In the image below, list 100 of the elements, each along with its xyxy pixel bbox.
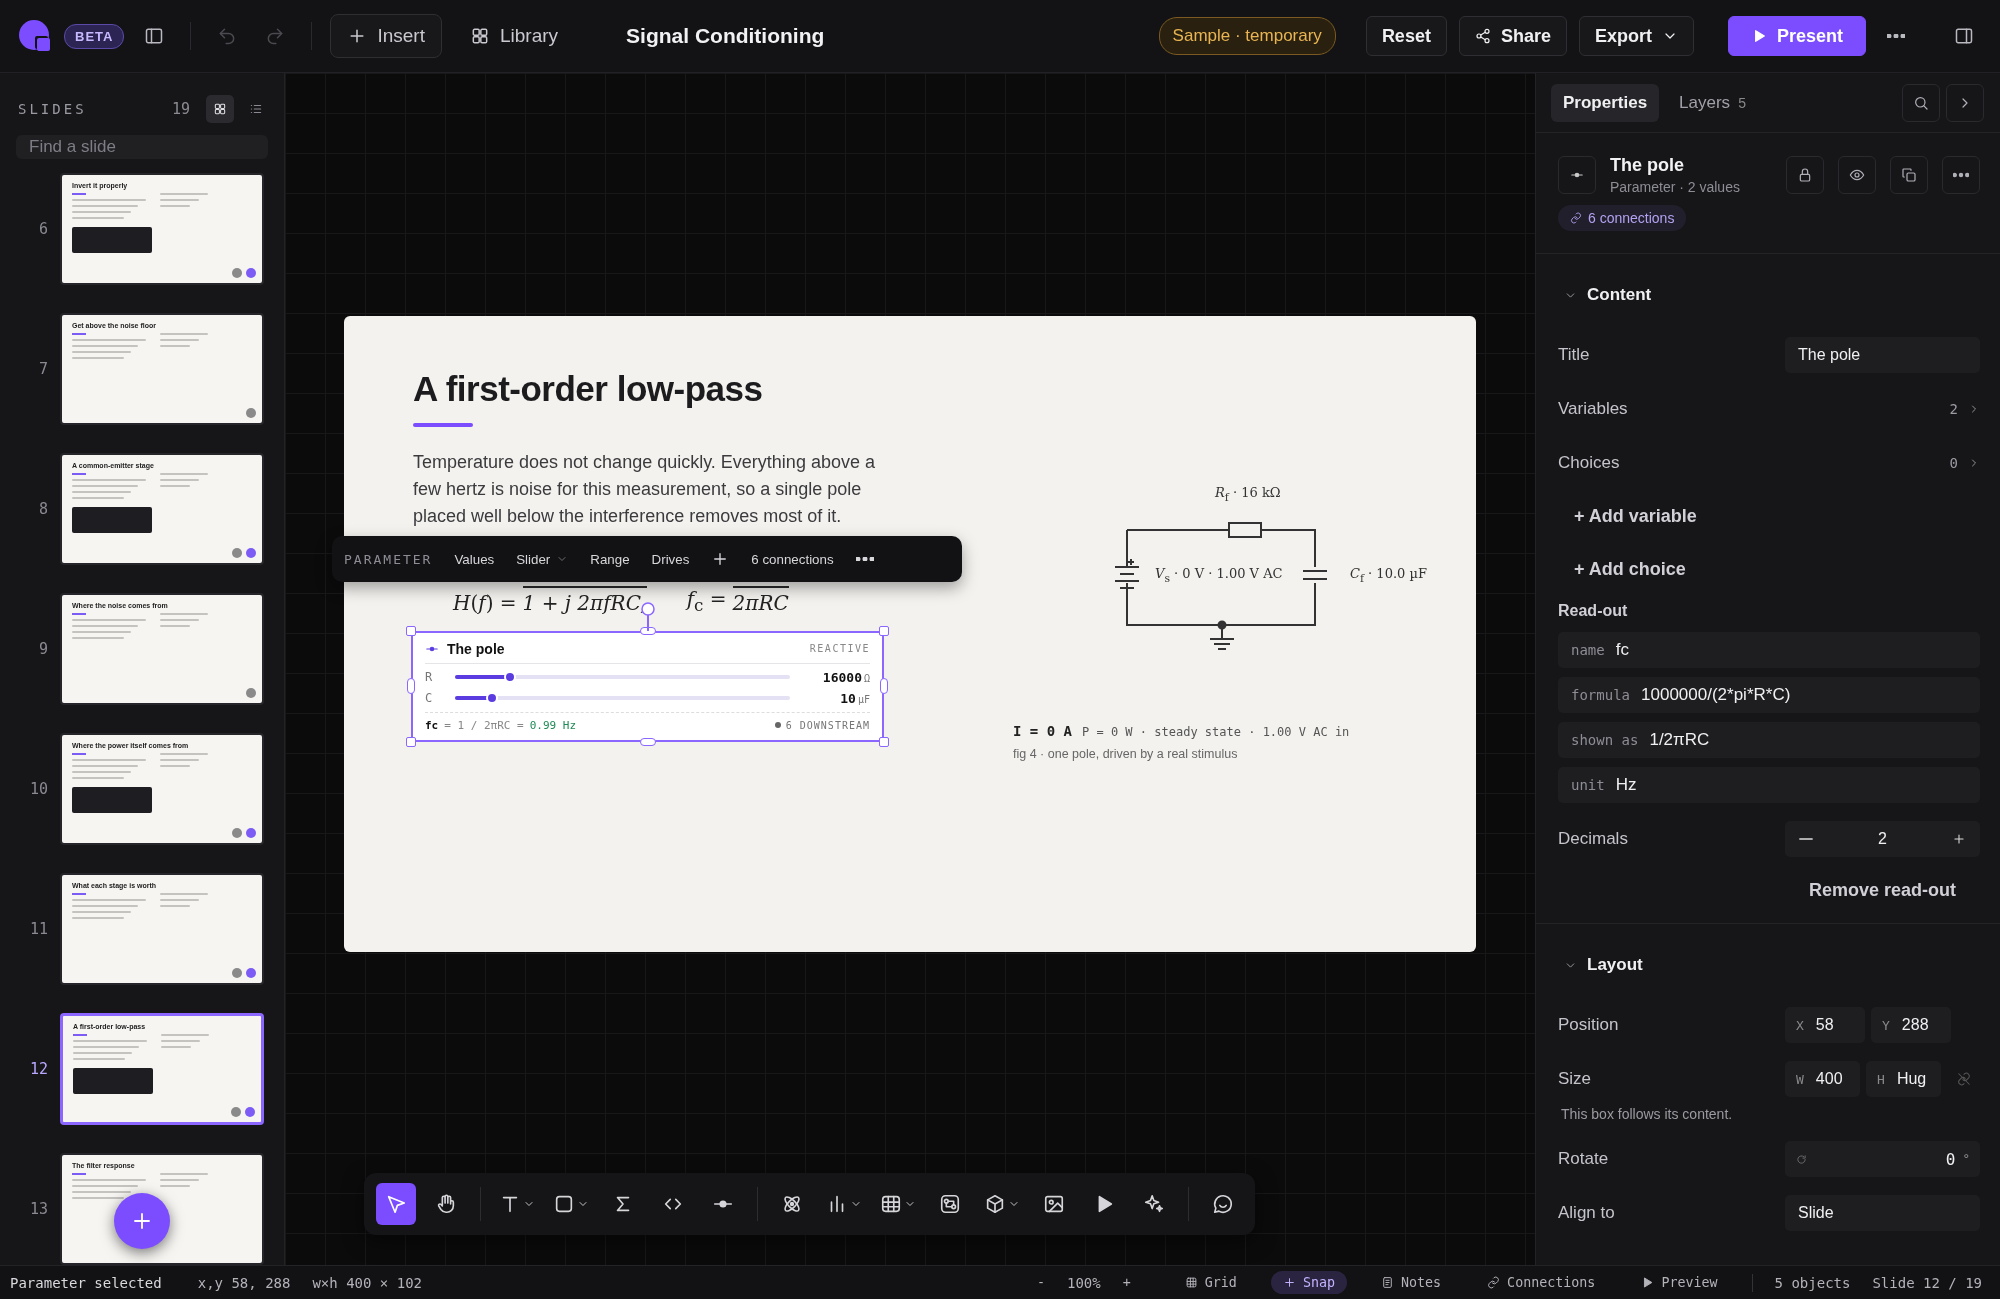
remove-readout-button[interactable]: Remove read-out [1785,866,1980,909]
field-value: Hz [1615,775,1637,795]
field-key: shown as [1571,732,1639,748]
toolbar-item[interactable]: 6 connections [751,551,834,567]
pointer-icon [385,1193,407,1215]
sparkle-icon [1143,1193,1165,1215]
current-reading: I = 0 A [1013,723,1072,739]
reset-button[interactable]: Reset [1365,16,1447,56]
decimals-stepper[interactable]: 2 [1785,821,1980,857]
toolbar-item[interactable]: Range [590,551,630,567]
field-label: Title [1558,345,1591,365]
slide-number: 12 [28,1060,48,1078]
lock-button[interactable] [1786,156,1824,194]
plus-icon [1952,832,1966,846]
library-button[interactable]: Library [453,14,575,58]
search-button[interactable] [1902,83,1940,122]
resize-handle[interactable] [639,626,656,635]
more-button[interactable] [855,557,874,561]
field-value: 0 [1944,1149,1956,1169]
slides-heading: SLIDES [18,101,88,117]
readout-field[interactable]: formula 1000000/(2*pi*R*C) [1558,677,1980,713]
section-header[interactable]: Content [1558,262,1980,328]
readout-field[interactable]: name fc [1558,632,1980,668]
count-link[interactable]: 2 [1949,401,1980,417]
field-value: 58 [1815,1016,1834,1034]
slide-number: 9 [37,640,48,658]
slide-number: 8 [37,500,48,518]
readout-field[interactable]: shown as 1/2πRC [1558,722,1980,758]
resize-handle[interactable] [639,737,656,746]
size-field[interactable]: W 400 [1785,1061,1861,1097]
slide-position: Slide 12 / 19 [1872,1274,1982,1291]
more-icon [855,557,874,561]
zoom-in-button[interactable]: + [1122,1275,1131,1290]
size-readout: w×h 400 × 102 [312,1274,422,1291]
export-button[interactable]: Export [1578,16,1694,56]
logo-icon[interactable] [18,19,52,53]
object-count: 5 objects [1774,1274,1851,1291]
readout-name: fc [425,718,439,732]
readout-value: 0.99 Hz [529,718,578,732]
preview-toggle[interactable]: Preview [1629,1271,1730,1294]
present-button[interactable]: Present [1727,16,1866,56]
resize-handle[interactable] [407,678,415,694]
grid-toggle[interactable]: Grid [1172,1271,1249,1294]
position-field[interactable]: Y 288 [1871,1007,1951,1043]
slider-dropdown[interactable]: Slider [516,551,569,567]
size-field[interactable]: H Hug [1866,1061,1942,1097]
resize-handle[interactable] [879,736,889,747]
panel-tab[interactable]: Properties [1551,83,1660,122]
connections-chip[interactable]: 6 connections [1558,205,1687,231]
panel-tab[interactable]: Layers 5 [1667,83,1758,122]
rotate-field[interactable]: 0 ° [1785,1141,1980,1177]
slider-thumb[interactable] [504,671,517,683]
grid-view-button[interactable] [206,95,234,123]
sidebar-icon [144,26,165,46]
object-name: The pole [1610,155,1685,176]
slide-title: A first-order low-pass [413,369,764,409]
insert-button[interactable]: Insert [330,14,442,58]
resize-handle[interactable] [406,625,416,636]
add-action-button[interactable]: + Add variable [1558,490,1697,543]
link-icon [1487,1276,1501,1289]
resize-handle[interactable] [406,736,416,747]
field-label: Decimals [1558,829,1629,849]
title-field[interactable]: The pole [1785,337,1980,373]
slide-number: 11 [28,920,48,938]
readout-field[interactable]: unit Hz [1558,767,1980,803]
unit-label: ° [1963,1151,1969,1167]
more-button[interactable] [1942,156,1980,194]
grid-icon [213,102,227,116]
share-button[interactable]: Share [1458,16,1567,56]
widget-title: The pole [447,640,506,657]
variable-value: 10 µF [839,690,870,706]
snap-toggle[interactable]: Snap [1270,1271,1347,1294]
toolbar-item[interactable]: Drives [651,551,690,567]
search-field[interactable]: Find a slide [16,135,268,159]
count-link[interactable]: 0 [1949,455,1980,471]
object-subtitle: Parameter · 2 values [1610,179,1741,195]
body-paragraph: Temperature does not change quickly. Everything above a few hertz is noise for this measurement, so a single pole placed well below the interference removes most of it. [413,451,876,528]
section-header[interactable]: Layout [1558,932,1980,998]
resize-handle[interactable] [880,678,888,694]
pointer-tool-button[interactable] [376,1183,416,1225]
connections-toggle[interactable]: Connections [1475,1271,1608,1294]
parameter-widget[interactable]: The pole REACTIVE R 16000Ω C 10 µF fc = 1 / 2πRC = 0.99 Hz 6 DOWNSTREAM [411,630,884,742]
status-pill: Sample · temporary [1158,17,1336,55]
notes-toggle[interactable]: Notes [1369,1271,1454,1294]
field-prefix: X [1796,1017,1804,1033]
variable-name: C [425,691,434,705]
toolbar-type-label: PARAMETER [344,551,433,567]
slider-thumb[interactable] [485,692,498,704]
position-readout: x,y 58, 288 [197,1274,291,1291]
align-field[interactable]: Slide [1785,1195,1980,1231]
position-field[interactable]: X 58 [1785,1007,1865,1043]
visibility-button[interactable] [1838,156,1876,194]
field-prefix: Y [1882,1017,1890,1033]
table-icon [880,1193,902,1215]
toolbar-item[interactable]: Values [454,551,495,567]
zoom-out-button[interactable]: - [1037,1275,1045,1290]
add-action-button[interactable]: + Add choice [1558,543,1686,596]
hand-icon [435,1193,457,1215]
resize-handle[interactable] [879,625,889,636]
duplicate-button[interactable] [1890,156,1928,194]
